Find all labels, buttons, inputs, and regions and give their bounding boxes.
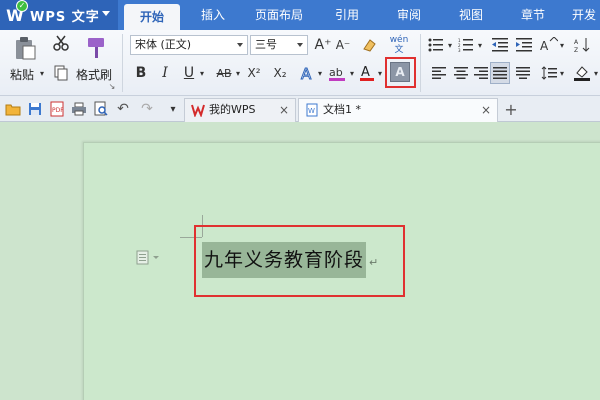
font-color-dropdown-icon[interactable]: ▾ [376,68,384,78]
tab-insert[interactable]: 插入 [188,0,238,30]
change-case-icon[interactable]: A [538,35,560,55]
svg-text:A: A [574,39,579,46]
align-center-icon[interactable] [452,63,470,83]
shading-fill-icon[interactable] [572,63,592,83]
tab-view[interactable]: 视图 [446,0,496,30]
distribute-icon[interactable] [514,63,532,83]
paste-icon[interactable] [10,34,40,62]
underline-button[interactable]: U [180,63,198,83]
shrink-font-icon[interactable]: A⁻ [334,35,352,55]
copy-icon[interactable] [52,64,70,82]
text-effect-dropdown-icon[interactable]: ▾ [316,68,324,78]
superscript-button[interactable]: X² [244,63,264,83]
justify-icon[interactable] [490,62,510,84]
line-spacing-icon[interactable] [540,63,558,83]
separator [122,34,123,92]
svg-text:Z: Z [574,47,578,53]
change-case-dropdown-icon[interactable]: ▾ [558,40,566,50]
wps-logo-icon [191,104,205,117]
align-left-icon[interactable] [430,63,448,83]
clear-format-icon[interactable] [360,35,378,55]
tab-label: 文档1 * [323,103,361,116]
sort-icon[interactable]: AZ [572,35,594,55]
underline-dropdown-icon[interactable]: ▾ [198,68,206,78]
document-tabs-bar: PDF ↶ ↷ ▾ 我的WPS × W 文档1 * × + [0,96,600,122]
save-icon[interactable] [26,100,44,118]
italic-button[interactable]: I [156,63,174,83]
font-size-value: 三号 [255,38,277,51]
wps-logo-icon: W ✓ [4,0,28,26]
export-pdf-icon[interactable]: PDF [48,100,66,118]
strikethrough-dropdown-icon[interactable]: ▾ [234,68,242,78]
app-dropdown-icon [102,11,110,16]
numbering-dropdown-icon[interactable]: ▾ [476,40,484,50]
chevron-down-icon [237,43,243,47]
paste-dropdown-icon[interactable]: ▾ [38,68,46,78]
highlight-color-icon[interactable]: ab [326,63,348,83]
tab-document1[interactable]: W 文档1 * × [298,98,498,122]
bold-button[interactable]: B [132,63,150,83]
line-spacing-dropdown-icon[interactable]: ▾ [558,68,566,78]
svg-text:ab: ab [329,66,343,79]
bullet-dropdown-icon[interactable]: ▾ [446,40,454,50]
grow-font-icon[interactable]: A⁺ [314,35,332,55]
undo-icon[interactable]: ↶ [114,100,132,118]
phonetic-guide-icon[interactable]: wén 文 [386,32,412,58]
paragraph-handle-icon[interactable] [136,250,162,266]
font-name-select[interactable]: 宋体 (正文) [130,35,248,55]
app-name: WPS 文字 [30,9,100,25]
open-folder-icon[interactable] [4,100,22,118]
chevron-down-icon [297,43,303,47]
cut-icon[interactable] [52,34,70,52]
print-icon[interactable] [70,100,88,118]
highlight-frame [385,57,416,88]
numbered-list-icon[interactable]: 123 [456,35,476,55]
font-color-letter: A [361,65,370,80]
svg-text:PDF: PDF [52,107,64,114]
ribbon: 粘贴 ▾ 格式刷 ↘ 宋体 (正文) 三号 A⁺ A⁻ wén 文 B I U … [0,30,600,96]
tab-references[interactable]: 引用 [322,0,372,30]
tab-review[interactable]: 审阅 [384,0,434,30]
highlight-frame [194,225,405,297]
decrease-indent-icon[interactable] [490,35,510,55]
close-icon[interactable]: × [481,99,491,121]
tab-my-wps[interactable]: 我的WPS × [184,98,296,122]
text-effect-icon[interactable]: A [298,63,316,83]
increase-indent-icon[interactable] [514,35,534,55]
close-icon[interactable]: × [279,99,289,121]
tab-home[interactable]: 开始 [124,4,180,30]
print-preview-icon[interactable] [92,100,110,118]
redo-icon[interactable]: ↷ [138,100,156,118]
separator [420,34,421,92]
tab-chapter[interactable]: 章节 [508,0,558,30]
highlight-dropdown-icon[interactable]: ▾ [348,68,356,78]
font-size-select[interactable]: 三号 [250,35,308,55]
font-name-value: 宋体 (正文) [135,38,192,51]
font-color-icon[interactable]: A [358,63,376,83]
tab-developer[interactable]: 开发 [568,0,600,30]
shading-dropdown-icon[interactable]: ▾ [592,68,600,78]
tab-page-layout[interactable]: 页面布局 [248,0,310,30]
menu-bar: W ✓ WPS 文字 开始 插入 页面布局 引用 审阅 视图 章节 开发 [0,0,600,30]
customize-toolbar-icon[interactable]: ▾ [164,100,182,118]
svg-text:W: W [308,107,315,115]
tab-label: 我的WPS [209,103,256,116]
new-tab-button[interactable]: + [502,99,520,119]
svg-text:A: A [540,39,549,53]
svg-text:3: 3 [458,48,461,52]
dialog-launcher-icon[interactable]: ↘ [108,82,116,91]
svg-text:A: A [301,65,312,81]
format-painter-label[interactable]: 格式刷 [76,66,112,83]
align-right-icon[interactable] [472,63,490,83]
subscript-button[interactable]: X₂ [270,63,290,83]
check-badge-icon: ✓ [16,0,28,12]
app-menu-button[interactable]: W ✓ WPS 文字 [0,0,118,30]
document-icon: W [306,103,318,117]
paste-label[interactable]: 粘贴 [10,66,34,83]
format-painter-icon[interactable] [80,34,110,62]
strikethrough-button[interactable]: AB [212,63,236,83]
bullet-list-icon[interactable] [426,35,446,55]
